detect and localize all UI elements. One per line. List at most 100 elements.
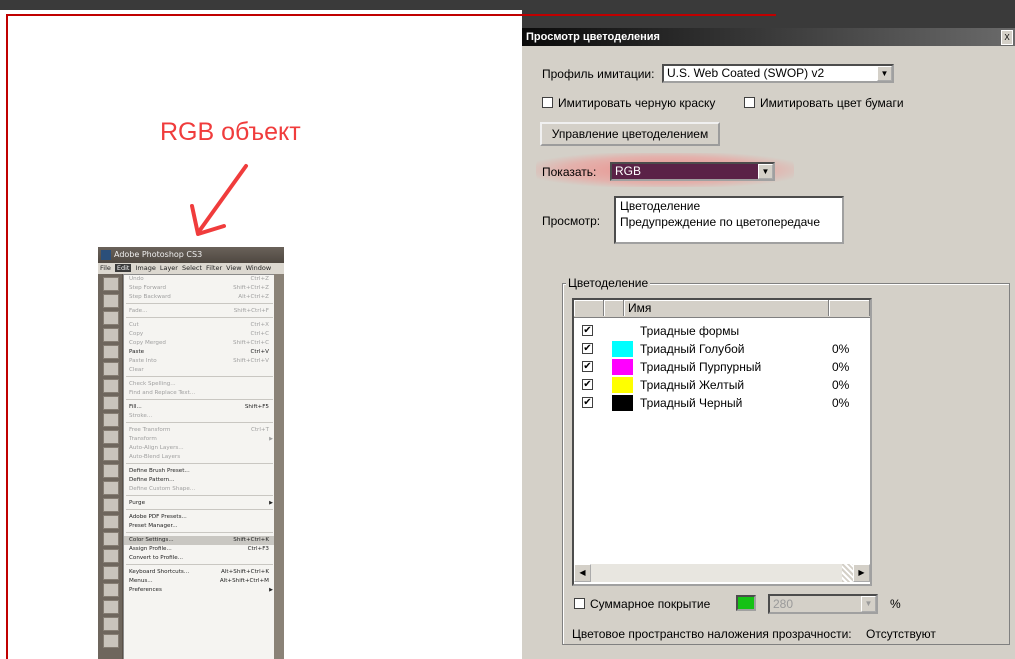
percent-sign: % bbox=[890, 597, 901, 611]
edit-menu-item-label: Find and Replace Text... bbox=[129, 390, 196, 396]
plate-percent: 0% bbox=[832, 378, 850, 392]
edit-menu-item: Undo Ctrl+Z bbox=[124, 275, 275, 284]
header-name[interactable]: Имя bbox=[624, 300, 829, 316]
profile-select[interactable]: U.S. Web Coated (SWOP) v2 ▼ bbox=[662, 64, 894, 83]
edit-menu-item-shortcut: Ctrl+C bbox=[250, 331, 269, 337]
preview-option[interactable]: Предупреждение по цветопередаче bbox=[616, 214, 842, 230]
edit-menu-item-shortcut: Alt+Ctrl+Z bbox=[238, 294, 269, 300]
edit-menu-item: Step Forward Shift+Ctrl+Z bbox=[124, 284, 275, 293]
proof-colors-dialog: Просмотр цветоделения X Профиль имитации… bbox=[522, 28, 1015, 659]
photoshop-tool-icon bbox=[103, 583, 119, 597]
manage-separations-button[interactable]: Управление цветоделением bbox=[540, 122, 720, 146]
edit-menu-item-label: Define Brush Preset... bbox=[129, 468, 190, 474]
close-icon[interactable]: X bbox=[1001, 30, 1013, 45]
photoshop-tool-icon bbox=[103, 481, 119, 495]
edit-menu-item: Preferences ▶ bbox=[124, 586, 275, 595]
edit-menu-item-label: Define Pattern... bbox=[129, 477, 175, 483]
total-coverage-option[interactable]: Суммарное покрытие bbox=[574, 597, 710, 611]
edit-menu-item-label: Keyboard Shortcuts... bbox=[129, 569, 190, 575]
edit-menu-item-label: Paste Into bbox=[129, 358, 157, 364]
plates-scrollbar[interactable]: ◀ ▶ bbox=[574, 564, 870, 582]
edit-menu-item-label: Auto-Blend Layers bbox=[129, 454, 181, 460]
edit-menu-item-label: Define Custom Shape... bbox=[129, 486, 196, 492]
photoshop-menu-item[interactable]: Window bbox=[246, 264, 272, 272]
total-coverage-checkbox[interactable] bbox=[574, 598, 585, 609]
photoshop-tool-icon bbox=[103, 345, 119, 359]
submenu-arrow-icon: ▶ bbox=[269, 500, 273, 506]
header-swatch[interactable] bbox=[604, 300, 624, 316]
edit-menu-item-label: Copy Merged bbox=[129, 340, 166, 346]
photoshop-tool-icon bbox=[103, 634, 119, 648]
photoshop-canvas-strip bbox=[274, 274, 284, 659]
photoshop-screenshot: Adobe Photoshop CS3 File Edit Image Layer Se… bbox=[98, 247, 284, 659]
simulate-paper-checkbox[interactable] bbox=[744, 97, 755, 108]
edit-menu-item: Color Settings... Shift+Ctrl+K bbox=[124, 536, 275, 545]
edit-menu-item: Free Transform Ctrl+T bbox=[124, 426, 275, 435]
edit-menu-item: Step Backward Alt+Ctrl+Z bbox=[124, 293, 275, 302]
plate-name: Триадный Пурпурный bbox=[640, 360, 762, 374]
edit-menu-item-label: Transform bbox=[129, 436, 157, 442]
edit-menu-item: Auto-Blend Layers bbox=[124, 453, 275, 462]
edit-menu-item-label: Assign Profile... bbox=[129, 546, 172, 552]
photoshop-menu-item[interactable]: Image bbox=[135, 264, 155, 272]
coverage-color-swatch[interactable] bbox=[736, 595, 756, 611]
preview-listbox[interactable]: Цветоделение Предупреждение по цветопере… bbox=[614, 196, 844, 244]
photoshop-tool-icon bbox=[103, 277, 119, 291]
edit-menu-item-label: Color Settings... bbox=[129, 537, 174, 543]
plate-checkbox[interactable]: ✔ bbox=[582, 325, 593, 336]
plate-checkbox[interactable]: ✔ bbox=[582, 343, 593, 354]
edit-menu-item: Convert to Profile... bbox=[124, 554, 275, 563]
plate-color-swatch bbox=[612, 359, 633, 375]
plate-percent: 0% bbox=[832, 396, 850, 410]
plate-row[interactable]: ✔ Триадный Пурпурный 0% bbox=[574, 358, 870, 376]
photoshop-menubar: File Edit Image Layer Select Filter View Window bbox=[98, 263, 284, 274]
edit-menu-item: Check Spelling... bbox=[124, 380, 275, 389]
show-select[interactable]: RGB ▼ bbox=[610, 162, 775, 181]
plate-row[interactable]: ✔ Триадный Голубой 0% bbox=[574, 340, 870, 358]
chevron-down-icon[interactable]: ▼ bbox=[758, 164, 773, 179]
edit-menu-item: Find and Replace Text... bbox=[124, 389, 275, 398]
edit-menu-item: Copy Ctrl+C bbox=[124, 330, 275, 339]
plates-header: Имя bbox=[574, 300, 870, 318]
header-percent[interactable] bbox=[829, 300, 870, 316]
edit-menu-item: Paste Into Shift+Ctrl+V bbox=[124, 357, 275, 366]
plate-row[interactable]: ✔ Триадные формы bbox=[574, 322, 870, 340]
photoshop-titlebar: Adobe Photoshop CS3 bbox=[98, 247, 284, 263]
photoshop-menu-item[interactable]: Edit bbox=[114, 264, 132, 272]
edit-menu-item-shortcut: Shift+Ctrl+K bbox=[233, 537, 269, 543]
photoshop-menu-item[interactable]: File bbox=[100, 264, 111, 272]
canvas-border-top bbox=[6, 14, 776, 16]
plate-checkbox[interactable]: ✔ bbox=[582, 361, 593, 372]
scroll-right-icon[interactable]: ▶ bbox=[853, 564, 870, 582]
scroll-left-icon[interactable]: ◀ bbox=[574, 564, 591, 582]
simulate-black-option[interactable]: Имитировать черную краску bbox=[542, 96, 715, 110]
photoshop-menu-item[interactable]: Filter bbox=[206, 264, 222, 272]
plate-row[interactable]: ✔ Триадный Желтый 0% bbox=[574, 376, 870, 394]
header-check[interactable] bbox=[574, 300, 604, 316]
chevron-down-icon[interactable]: ▼ bbox=[861, 596, 876, 612]
coverage-value-select[interactable]: 280 ▼ bbox=[768, 594, 878, 614]
profile-value: U.S. Web Coated (SWOP) v2 bbox=[667, 66, 825, 80]
photoshop-tool-icon bbox=[103, 566, 119, 580]
photoshop-tool-icon bbox=[103, 413, 119, 427]
edit-menu-item-label: Menus... bbox=[129, 578, 153, 584]
plate-checkbox[interactable]: ✔ bbox=[582, 397, 593, 408]
plate-color-swatch bbox=[612, 341, 633, 357]
photoshop-menu-item[interactable]: Select bbox=[182, 264, 202, 272]
canvas-border-left bbox=[6, 14, 8, 659]
plate-checkbox[interactable]: ✔ bbox=[582, 379, 593, 390]
photoshop-menu-item[interactable]: View bbox=[226, 264, 241, 272]
chevron-down-icon[interactable]: ▼ bbox=[877, 66, 892, 81]
plate-percent: 0% bbox=[832, 360, 850, 374]
plate-row[interactable]: ✔ Триадный Черный 0% bbox=[574, 394, 870, 412]
preview-option[interactable]: Цветоделение bbox=[616, 198, 842, 214]
simulate-paper-option[interactable]: Имитировать цвет бумаги bbox=[744, 96, 904, 110]
coverage-value: 280 bbox=[773, 597, 794, 611]
edit-menu-item: Keyboard Shortcuts... Alt+Shift+Ctrl+K bbox=[124, 568, 275, 577]
photoshop-menu-item[interactable]: Layer bbox=[160, 264, 178, 272]
photoshop-toolbar bbox=[98, 274, 122, 659]
edit-menu-item: Clear bbox=[124, 366, 275, 375]
preview-label: Просмотр: bbox=[542, 214, 601, 228]
edit-menu-item-label: Clear bbox=[129, 367, 144, 373]
simulate-black-checkbox[interactable] bbox=[542, 97, 553, 108]
